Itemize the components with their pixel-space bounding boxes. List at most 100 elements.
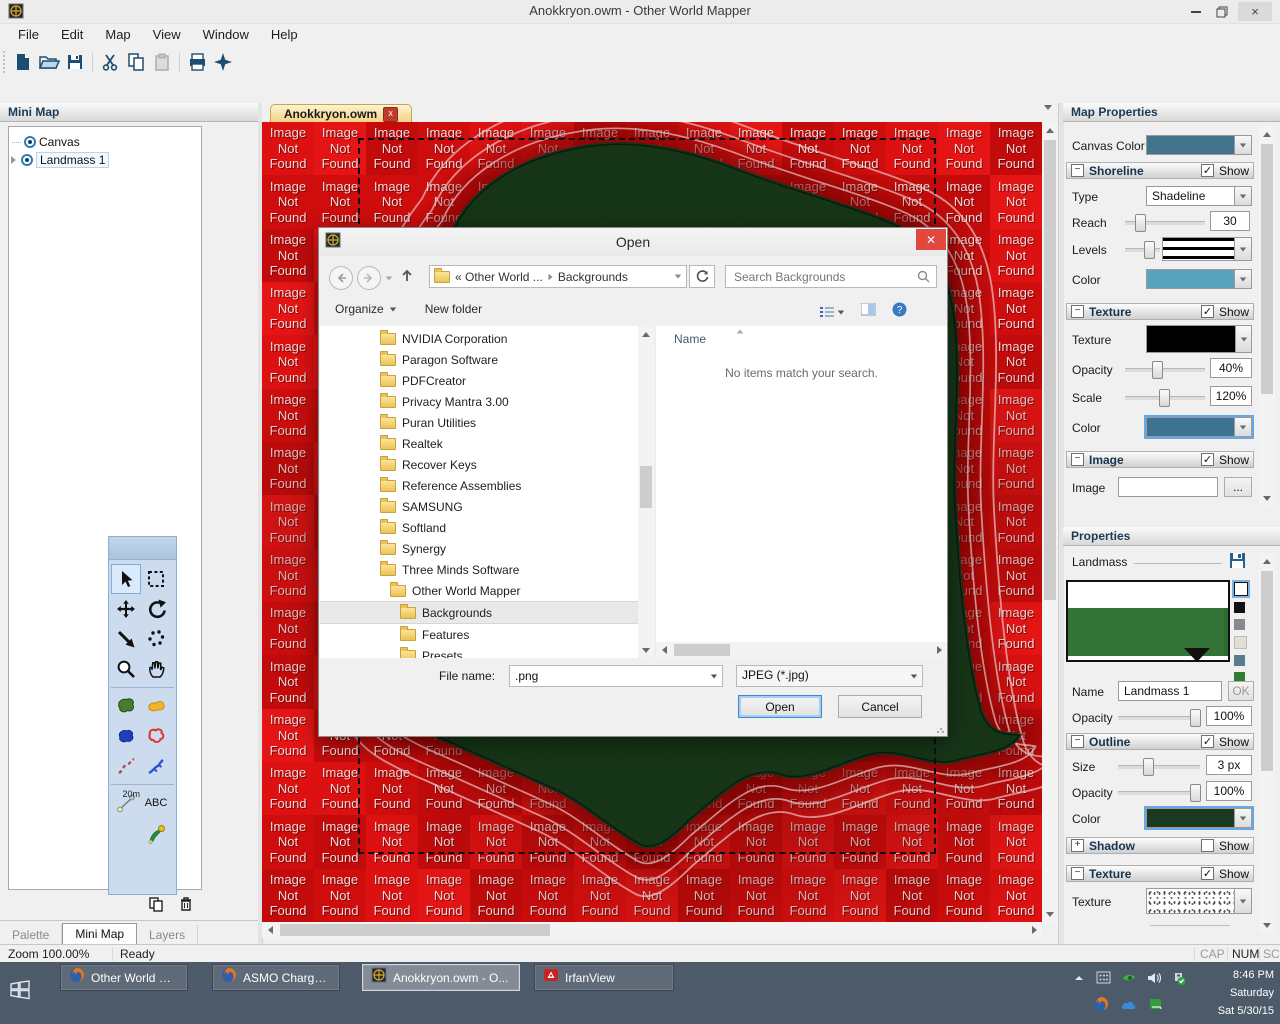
- preview-pane-button[interactable]: [861, 303, 876, 321]
- address-bar[interactable]: « Other World ... Backgrounds: [429, 265, 687, 288]
- search-box[interactable]: [725, 265, 937, 288]
- organize-menu[interactable]: Organize: [335, 302, 397, 316]
- scroll-down-icon[interactable]: [638, 642, 654, 658]
- folder-item-reference-assemblies[interactable]: Reference Assemblies: [320, 475, 654, 496]
- up-button[interactable]: [397, 269, 417, 287]
- breadcrumb-current[interactable]: Backgrounds: [558, 270, 628, 284]
- outline-opacity-slider[interactable]: [1118, 783, 1200, 801]
- help-button[interactable]: ?: [892, 302, 907, 322]
- desktop-grid-icon[interactable]: [1093, 968, 1115, 988]
- minimize-button[interactable]: [1184, 2, 1208, 21]
- menu-edit[interactable]: Edit: [51, 24, 93, 45]
- image-browse-button[interactable]: ...: [1224, 477, 1252, 497]
- scrollbar-thumb[interactable]: [1261, 144, 1273, 394]
- measure-tool-icon[interactable]: 20m: [111, 788, 141, 818]
- collapse-icon[interactable]: −: [1071, 453, 1084, 466]
- views-button[interactable]: [820, 306, 845, 318]
- files-pane-horizontal-scrollbar[interactable]: [656, 642, 947, 658]
- delete-trash-icon[interactable]: [176, 895, 196, 913]
- menu-window[interactable]: Window: [193, 24, 259, 45]
- folder-item-puran-utilities[interactable]: Puran Utilities: [320, 412, 654, 433]
- river-tool-icon[interactable]: [141, 751, 171, 781]
- scroll-down-icon[interactable]: [1259, 490, 1275, 506]
- volume-icon[interactable]: [1143, 968, 1165, 988]
- outline-color-dropdown[interactable]: [1146, 808, 1252, 828]
- points-tool-icon[interactable]: [141, 624, 171, 654]
- zoom-tool-icon[interactable]: [111, 654, 141, 684]
- dictionary-icon[interactable]: [1144, 994, 1166, 1014]
- folder-item-pdfcreator[interactable]: PDFCreator: [320, 370, 654, 391]
- folder-item-other-world-mapper[interactable]: Other World Mapper: [320, 580, 654, 601]
- name-column-header[interactable]: Name: [674, 332, 706, 346]
- taskbar-button-irfanview[interactable]: IrfanView: [534, 964, 674, 991]
- name-input[interactable]: [1118, 681, 1222, 701]
- scroll-up-icon[interactable]: [638, 326, 654, 342]
- close-button[interactable]: ×: [1238, 2, 1272, 21]
- texture-dropdown[interactable]: [1146, 325, 1252, 353]
- refresh-button[interactable]: [689, 265, 715, 288]
- folder-pane-scrollbar[interactable]: [638, 326, 654, 658]
- folder-item-samsung[interactable]: SAMSUNG: [320, 496, 654, 517]
- levels-style-dropdown[interactable]: [1162, 237, 1252, 261]
- rotate-tool-icon[interactable]: [141, 594, 171, 624]
- right-splitter[interactable]: [1058, 103, 1064, 944]
- show-checkbox[interactable]: ✓: [1201, 305, 1214, 318]
- texture-scale-input[interactable]: [1210, 386, 1252, 406]
- landmass-opacity-input[interactable]: [1206, 706, 1252, 726]
- scroll-left-icon[interactable]: [262, 922, 278, 938]
- scroll-up-icon[interactable]: [1042, 122, 1058, 138]
- pan-tool-icon[interactable]: [141, 654, 171, 684]
- scroll-up-icon[interactable]: [1259, 126, 1275, 142]
- texture-opacity-slider[interactable]: [1125, 360, 1205, 378]
- levels-slider[interactable]: [1125, 240, 1160, 258]
- breadcrumb-root[interactable]: « Other World ...: [455, 270, 543, 284]
- scroll-down-icon[interactable]: [1259, 917, 1275, 933]
- image-section-header[interactable]: − Image ✓ Show: [1066, 451, 1254, 468]
- terrain-tool-icon[interactable]: [141, 691, 171, 721]
- recent-locations-icon[interactable]: [386, 276, 392, 280]
- show-checkbox[interactable]: [1201, 839, 1214, 852]
- folder-item-presets[interactable]: Presets: [320, 645, 654, 658]
- open-folder-icon[interactable]: [36, 50, 62, 74]
- duplicate-icon[interactable]: [146, 895, 166, 913]
- region-tool-icon[interactable]: [141, 721, 171, 751]
- fill-gradient-preview[interactable]: [1066, 580, 1230, 662]
- folder-item-paragon-software[interactable]: Paragon Software: [320, 349, 654, 370]
- feature-tool-icon[interactable]: [141, 818, 171, 848]
- restore-button[interactable]: [1210, 2, 1234, 21]
- folder-item-backgrounds[interactable]: Backgrounds: [320, 601, 654, 624]
- folder-item-features[interactable]: Features: [320, 624, 654, 645]
- taskbar-button-other-world-mapper[interactable]: Other World Mapper...: [60, 964, 188, 991]
- show-checkbox[interactable]: ✓: [1201, 453, 1214, 466]
- back-button[interactable]: [329, 266, 353, 290]
- shoreline-section-header[interactable]: − Shoreline ✓ Show: [1066, 162, 1254, 179]
- resize-grip[interactable]: [937, 726, 944, 733]
- scroll-left-icon[interactable]: [656, 642, 672, 658]
- shadow-section-header[interactable]: + Shadow Show: [1066, 837, 1254, 854]
- visibility-eye-icon[interactable]: [21, 154, 33, 166]
- scroll-right-icon[interactable]: [931, 642, 947, 658]
- folder-item-recover-keys[interactable]: Recover Keys: [320, 454, 654, 475]
- tray-expand-icon[interactable]: [1068, 968, 1090, 988]
- cut-icon[interactable]: [97, 50, 123, 74]
- tab-mini-map[interactable]: Mini Map: [62, 923, 137, 946]
- collapse-icon[interactable]: −: [1071, 735, 1084, 748]
- stop-color-gray[interactable]: [1234, 619, 1245, 630]
- expand-icon[interactable]: +: [1071, 839, 1084, 852]
- show-checkbox[interactable]: ✓: [1201, 867, 1214, 880]
- menu-file[interactable]: File: [8, 24, 49, 45]
- print-icon[interactable]: [184, 50, 210, 74]
- scroll-up-icon[interactable]: [1259, 553, 1275, 569]
- text-tool-icon[interactable]: ABC: [141, 788, 171, 818]
- dialog-title-bar[interactable]: Open ✕: [319, 228, 947, 256]
- nvidia-icon[interactable]: [1118, 968, 1140, 988]
- canvas-color-dropdown[interactable]: [1146, 135, 1252, 155]
- usb-safely-remove-icon[interactable]: [1168, 968, 1190, 988]
- shoreline-type-dropdown[interactable]: Shadeline: [1146, 186, 1252, 206]
- file-name-combo[interactable]: [509, 665, 723, 687]
- scrollbar-thumb[interactable]: [640, 466, 652, 508]
- name-ok-button[interactable]: OK: [1228, 681, 1254, 701]
- move-tool-icon[interactable]: [111, 594, 141, 624]
- paste-icon[interactable]: [149, 50, 175, 74]
- taskbar-clock[interactable]: 8:46 PM Saturday Sat 5/30/15: [1218, 966, 1274, 1020]
